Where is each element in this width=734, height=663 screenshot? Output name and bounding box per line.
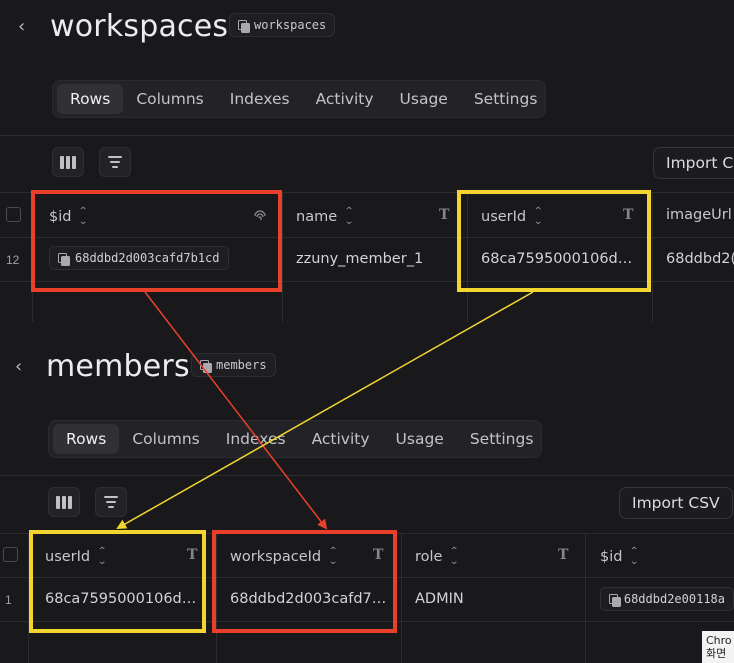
annotation-box-member-workspaceid bbox=[212, 530, 397, 633]
text-type-icon: T bbox=[439, 207, 450, 223]
annotation-arrow-yellow bbox=[116, 291, 534, 529]
tab-settings[interactable]: Settings bbox=[457, 424, 547, 454]
filter-button[interactable] bbox=[99, 147, 131, 177]
tab-activity[interactable]: Activity bbox=[303, 84, 387, 114]
tab-usage[interactable]: Usage bbox=[383, 424, 457, 454]
tab-columns[interactable]: Columns bbox=[119, 424, 212, 454]
text-type-icon: T bbox=[558, 547, 569, 563]
column-divider bbox=[652, 192, 653, 322]
tab-usage[interactable]: Usage bbox=[387, 84, 461, 114]
import-csv-button[interactable]: Import CSV bbox=[619, 487, 733, 519]
select-all-checkbox[interactable] bbox=[3, 547, 18, 562]
collection-id-chip[interactable]: members bbox=[191, 353, 276, 377]
sort-icon[interactable]: ⌃ ⌄ bbox=[450, 547, 460, 567]
tab-activity[interactable]: Activity bbox=[299, 424, 383, 454]
cell-name[interactable]: zzuny_member_1 bbox=[296, 251, 456, 267]
copy-icon bbox=[238, 19, 250, 33]
column-header-imageurl[interactable]: imageUrl bbox=[666, 207, 732, 223]
back-chevron-icon[interactable]: ‹ bbox=[18, 16, 25, 37]
column-header-label: $id bbox=[600, 549, 623, 565]
tooltip-popup: Chro 화면 bbox=[702, 631, 734, 663]
annotation-arrow-red bbox=[144, 291, 328, 530]
divider bbox=[0, 135, 734, 136]
column-header-role[interactable]: role ⌃ ⌄ bbox=[415, 547, 460, 567]
row-id-value: 68ddbd2e00118a bbox=[623, 592, 725, 606]
row-id-chip[interactable]: 68ddbd2e00118a bbox=[600, 587, 734, 611]
columns-icon bbox=[56, 495, 72, 509]
column-divider bbox=[401, 533, 402, 663]
annotation-box-workspace-id bbox=[31, 190, 282, 292]
column-header-label: name bbox=[296, 209, 338, 225]
row-number: 1 bbox=[5, 593, 12, 607]
annotation-box-member-userid bbox=[29, 530, 206, 633]
tooltip-line: 화면 bbox=[706, 647, 727, 660]
annotation-box-workspace-userid bbox=[457, 190, 651, 292]
chip-label: members bbox=[216, 358, 267, 372]
divider bbox=[0, 475, 734, 476]
collection-id-chip[interactable]: workspaces bbox=[229, 13, 336, 37]
copy-icon bbox=[609, 593, 621, 607]
tab-columns[interactable]: Columns bbox=[123, 84, 216, 114]
select-all-checkbox[interactable] bbox=[6, 207, 21, 222]
column-header-label: role bbox=[415, 549, 443, 565]
column-header-id[interactable]: $id ⌃ ⌄ bbox=[600, 547, 640, 567]
row-number: 12 bbox=[6, 253, 20, 267]
column-divider bbox=[282, 192, 283, 322]
import-csv-button[interactable]: Import CS bbox=[653, 147, 734, 179]
column-header-label: imageUrl bbox=[666, 207, 732, 223]
tab-rows[interactable]: Rows bbox=[57, 84, 124, 114]
tab-rows[interactable]: Rows bbox=[53, 424, 120, 454]
page-title: members bbox=[46, 349, 190, 384]
filter-icon bbox=[108, 156, 122, 168]
column-divider bbox=[585, 533, 586, 663]
cell-role[interactable]: ADMIN bbox=[415, 591, 565, 607]
tab-bar: Rows Columns Indexes Activity Usage Sett… bbox=[48, 420, 542, 458]
page-title: workspaces bbox=[50, 9, 229, 44]
tab-indexes[interactable]: Indexes bbox=[213, 424, 299, 454]
tab-bar: Rows Columns Indexes Activity Usage Sett… bbox=[52, 80, 546, 118]
column-header-name[interactable]: name ⌃ ⌄ bbox=[296, 207, 354, 227]
columns-icon bbox=[60, 155, 76, 169]
filter-icon bbox=[104, 496, 118, 508]
columns-toggle-button[interactable] bbox=[48, 487, 80, 517]
sort-icon[interactable]: ⌃ ⌄ bbox=[630, 547, 640, 567]
copy-icon bbox=[200, 359, 212, 373]
chip-label: workspaces bbox=[254, 18, 327, 32]
cell-imageurl[interactable]: 68ddbd2( bbox=[666, 251, 734, 267]
columns-toggle-button[interactable] bbox=[52, 147, 84, 177]
filter-button[interactable] bbox=[95, 487, 127, 517]
tab-settings[interactable]: Settings bbox=[461, 84, 551, 114]
sort-icon[interactable]: ⌃ ⌄ bbox=[344, 207, 354, 227]
tab-indexes[interactable]: Indexes bbox=[217, 84, 303, 114]
back-chevron-icon[interactable]: ‹ bbox=[15, 356, 22, 377]
tooltip-line: Chro bbox=[706, 634, 732, 647]
